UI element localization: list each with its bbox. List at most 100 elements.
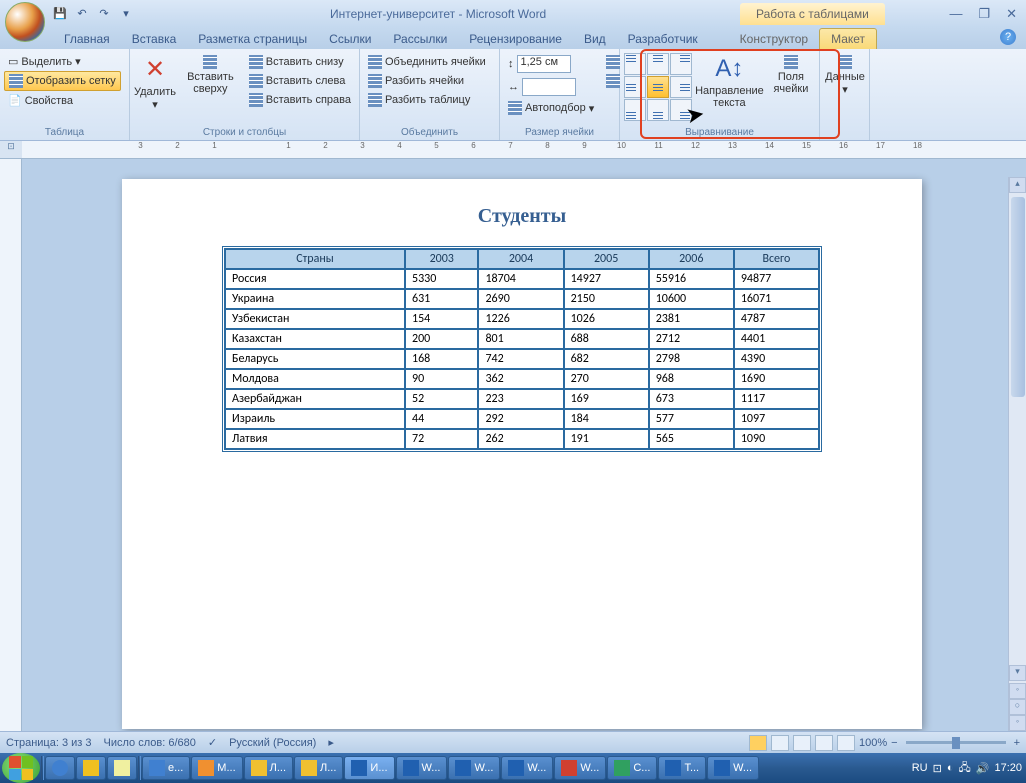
table-header[interactable]: Всего [734, 249, 819, 269]
table-cell[interactable]: 169 [564, 389, 649, 409]
table-cell[interactable]: Молдова [225, 369, 405, 389]
table-cell[interactable]: 688 [564, 329, 649, 349]
taskbar-app[interactable]: T... [658, 756, 706, 780]
data-table[interactable]: Страны2003200420052006ВсегоРоссия5330187… [222, 246, 822, 452]
table-cell[interactable]: Россия [225, 269, 405, 289]
align-top-left[interactable] [624, 53, 646, 75]
table-cell[interactable]: 14927 [564, 269, 649, 289]
table-row[interactable]: Узбекистан1541226102623814787 [225, 309, 819, 329]
view-full-screen[interactable] [771, 735, 789, 751]
table-cell[interactable]: 4390 [734, 349, 819, 369]
table-cell[interactable]: 223 [478, 389, 563, 409]
office-button[interactable] [5, 2, 45, 42]
table-cell[interactable]: 1097 [734, 409, 819, 429]
table-cell[interactable]: 1117 [734, 389, 819, 409]
tray-clock[interactable]: 17:20 [994, 762, 1022, 774]
view-print-layout[interactable] [749, 735, 767, 751]
view-web-layout[interactable] [793, 735, 811, 751]
taskbar-app[interactable]: С... [607, 756, 657, 780]
table-cell[interactable]: 2798 [649, 349, 734, 369]
quick-launch-ie[interactable] [45, 756, 75, 780]
table-cell[interactable]: 1090 [734, 429, 819, 449]
table-row[interactable]: Латвия722621915651090 [225, 429, 819, 449]
table-cell[interactable]: 262 [478, 429, 563, 449]
table-header[interactable]: 2006 [649, 249, 734, 269]
scroll-up-button[interactable]: ▴ [1009, 177, 1026, 193]
scroll-down-button[interactable]: ▾ [1009, 665, 1026, 681]
table-cell[interactable]: 168 [405, 349, 478, 369]
align-middle-center[interactable] [647, 76, 669, 98]
table-cell[interactable]: 4401 [734, 329, 819, 349]
qat-save-icon[interactable]: 💾 [50, 4, 70, 24]
taskbar-app[interactable]: W... [707, 756, 759, 780]
taskbar-app[interactable]: e... [142, 756, 190, 780]
status-page[interactable]: Страница: 3 из 3 [6, 737, 92, 749]
table-cell[interactable]: 72 [405, 429, 478, 449]
browse-object-button[interactable]: ○ [1009, 699, 1026, 715]
table-cell[interactable]: 4787 [734, 309, 819, 329]
help-icon[interactable]: ? [1000, 29, 1016, 45]
taskbar-app[interactable]: И... [344, 756, 394, 780]
align-middle-right[interactable] [670, 76, 692, 98]
close-button[interactable]: ✕ [1002, 6, 1021, 22]
table-cell[interactable]: 682 [564, 349, 649, 369]
show-gridlines-button[interactable]: Отобразить сетку [4, 71, 121, 91]
table-cell[interactable]: 2150 [564, 289, 649, 309]
table-header[interactable]: 2005 [564, 249, 649, 269]
table-cell[interactable]: 16071 [734, 289, 819, 309]
insert-below-button[interactable]: Вставить снизу [245, 53, 355, 71]
table-row[interactable]: Азербайджан522231696731117 [225, 389, 819, 409]
tray-volume-icon[interactable]: 🔊 [976, 762, 990, 775]
table-cell[interactable]: 631 [405, 289, 478, 309]
text-direction-button[interactable]: A↕Направление текста [694, 53, 765, 111]
table-row[interactable]: Молдова903622709681690 [225, 369, 819, 389]
table-cell[interactable]: 673 [649, 389, 734, 409]
tab-mailings[interactable]: Рассылки [382, 29, 458, 49]
align-bottom-left[interactable] [624, 99, 646, 121]
table-cell[interactable]: Узбекистан [225, 309, 405, 329]
table-cell[interactable]: 2712 [649, 329, 734, 349]
table-cell[interactable]: 565 [649, 429, 734, 449]
table-row[interactable]: Украина631269021501060016071 [225, 289, 819, 309]
table-cell[interactable]: 270 [564, 369, 649, 389]
horizontal-ruler[interactable]: 321123456789101112131415161718 [22, 141, 1026, 159]
table-cell[interactable]: 44 [405, 409, 478, 429]
tray-network-icon[interactable]: 🖧 [959, 759, 971, 778]
align-bottom-right[interactable] [670, 99, 692, 121]
tray-icon-2[interactable]: ◐ [947, 762, 954, 774]
taskbar-app[interactable]: W... [396, 756, 448, 780]
table-cell[interactable]: 154 [405, 309, 478, 329]
zoom-slider[interactable] [906, 741, 1006, 744]
table-header[interactable]: 2004 [478, 249, 563, 269]
table-row[interactable]: Россия533018704149275591694877 [225, 269, 819, 289]
zoom-out-button[interactable]: − [891, 737, 897, 749]
status-words[interactable]: Число слов: 6/680 [104, 737, 196, 749]
table-cell[interactable]: 292 [478, 409, 563, 429]
table-header[interactable]: Страны [225, 249, 405, 269]
table-cell[interactable]: 5330 [405, 269, 478, 289]
table-cell[interactable]: 90 [405, 369, 478, 389]
ruler-corner[interactable]: ⊡ [0, 141, 22, 159]
tray-icon-1[interactable]: ⊡ [933, 762, 942, 775]
quick-launch-outlook[interactable] [76, 756, 106, 780]
next-page-button[interactable]: ◦ [1009, 715, 1026, 731]
insert-left-button[interactable]: Вставить слева [245, 72, 355, 90]
table-cell[interactable]: 742 [478, 349, 563, 369]
table-cell[interactable]: 200 [405, 329, 478, 349]
qat-redo-icon[interactable]: ↷ [94, 4, 114, 24]
split-table-button[interactable]: Разбить таблицу [364, 91, 490, 109]
qat-dropdown-icon[interactable]: ▾ [116, 4, 136, 24]
table-cell[interactable]: 184 [564, 409, 649, 429]
table-cell[interactable]: Латвия [225, 429, 405, 449]
maximize-button[interactable]: ❐ [974, 6, 994, 22]
taskbar-app[interactable]: W... [501, 756, 553, 780]
taskbar-app[interactable]: Л... [294, 756, 343, 780]
table-cell[interactable]: 1026 [564, 309, 649, 329]
table-cell[interactable]: 2381 [649, 309, 734, 329]
tab-view[interactable]: Вид [573, 29, 617, 49]
insert-above-button[interactable]: Вставить сверху [178, 53, 243, 97]
status-macro-icon[interactable]: ▸ [328, 736, 334, 749]
insert-right-button[interactable]: Вставить справа [245, 91, 355, 109]
table-cell[interactable]: Украина [225, 289, 405, 309]
table-cell[interactable]: 968 [649, 369, 734, 389]
